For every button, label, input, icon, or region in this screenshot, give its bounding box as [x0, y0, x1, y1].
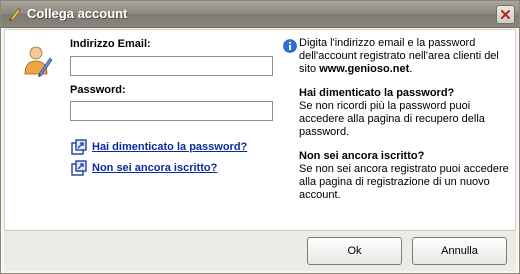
info-intro-end: . [409, 63, 413, 75]
title-bar[interactable]: Collega account [1, 1, 519, 28]
close-icon [501, 10, 510, 19]
info-icon [283, 39, 297, 53]
user-edit-icon [23, 44, 53, 78]
close-button[interactable] [496, 5, 515, 24]
quill-icon [7, 6, 23, 22]
register-link-row[interactable]: Non sei ancora iscritto? [71, 160, 217, 176]
external-link-icon [71, 160, 87, 176]
info-register-heading: Non sei ancora iscritto? [299, 150, 425, 162]
info-panel: Digita l'indirizzo email e la password d… [299, 37, 513, 202]
password-label: Password: [70, 84, 126, 96]
info-register-section: Non sei ancora iscritto? Se non sei anco… [299, 150, 513, 202]
ok-button[interactable]: Ok [307, 237, 402, 265]
button-bar: Ok Annulla [4, 230, 516, 271]
email-label: Indirizzo Email: [70, 38, 151, 50]
email-field[interactable] [70, 56, 273, 76]
info-forgot-body: Se non ricordi più la password puoi acce… [299, 100, 485, 138]
forgot-password-link-row[interactable]: Hai dimenticato la password? [71, 139, 247, 155]
info-site: www.genioso.net [319, 63, 410, 75]
info-register-body: Se non sei ancora registrato puoi accede… [299, 163, 509, 201]
collega-account-dialog: Collega account Indirizzo Email: Passwor… [0, 0, 520, 274]
info-forgot-heading: Hai dimenticato la password? [299, 87, 455, 99]
cancel-button[interactable]: Annulla [412, 237, 507, 265]
info-forgot-section: Hai dimenticato la password? Se non rico… [299, 87, 513, 139]
window-title: Collega account [27, 6, 128, 21]
info-intro: Digita l'indirizzo email e la password d… [299, 37, 513, 76]
password-field[interactable] [70, 101, 273, 121]
external-link-icon [71, 139, 87, 155]
register-link[interactable]: Non sei ancora iscritto? [92, 162, 217, 174]
forgot-password-link[interactable]: Hai dimenticato la password? [92, 141, 247, 153]
